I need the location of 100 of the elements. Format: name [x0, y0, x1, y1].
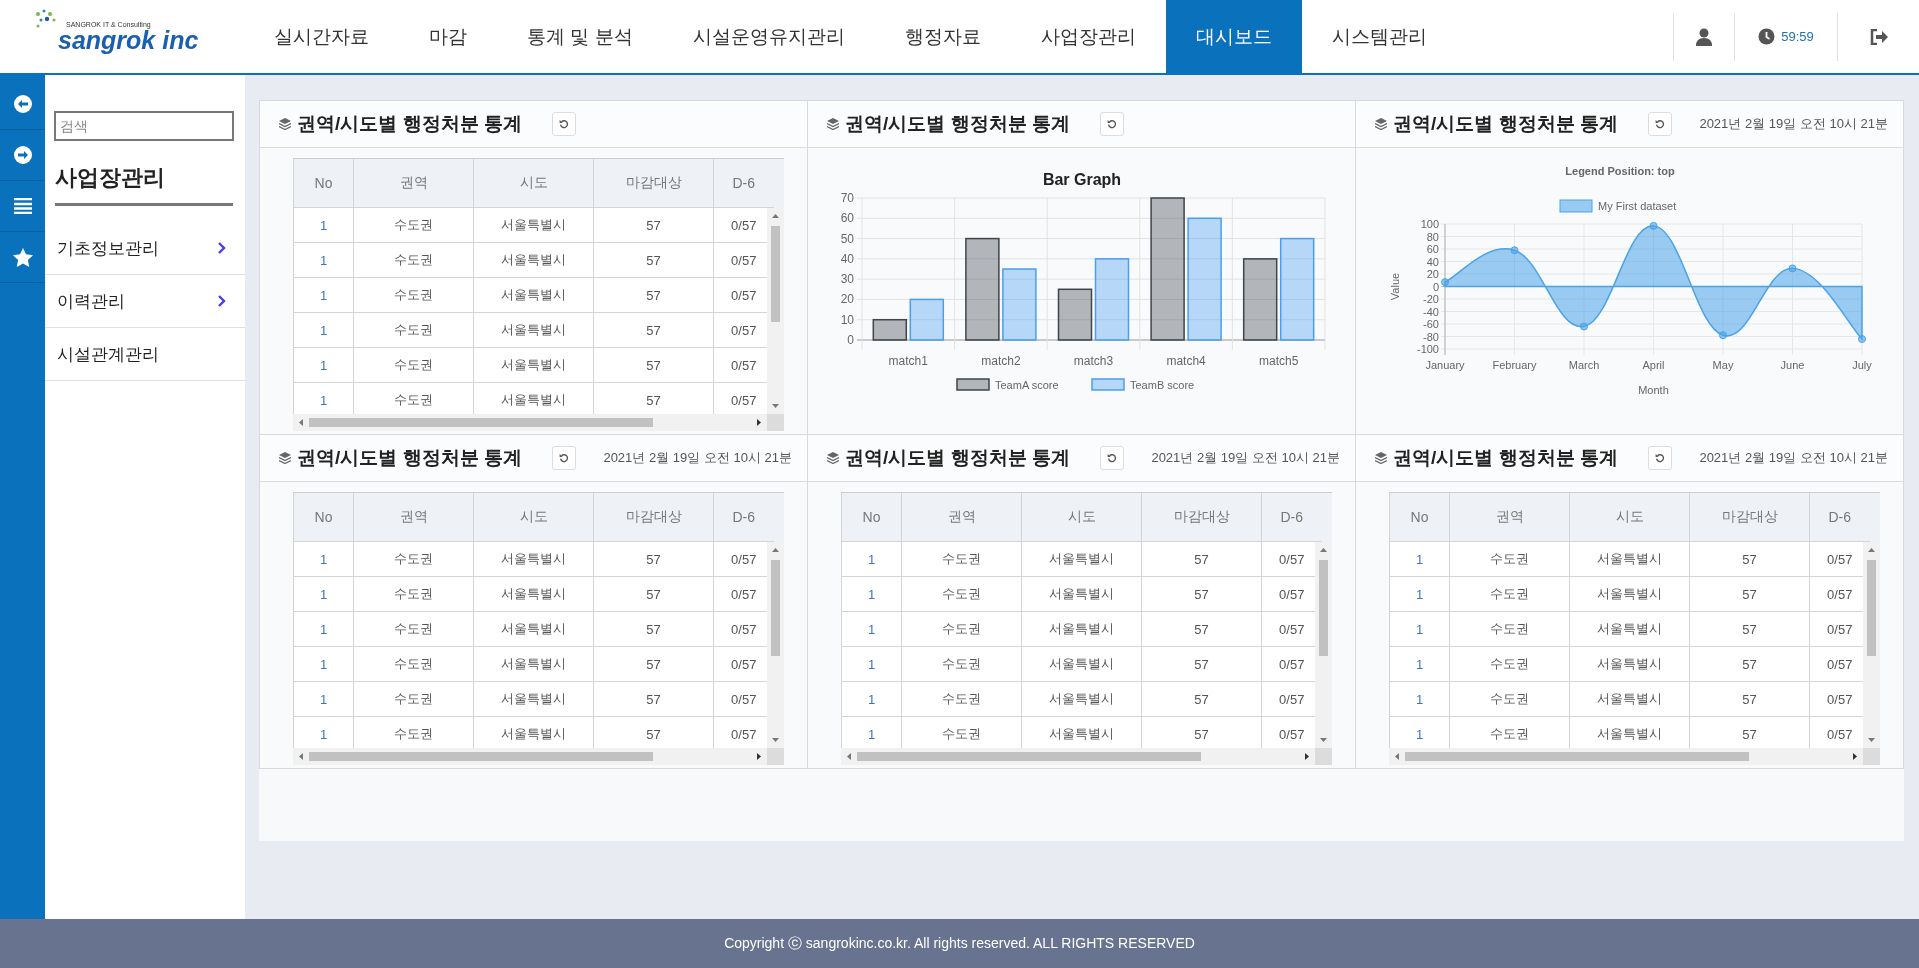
nav-tab[interactable]: 마감 — [399, 0, 497, 73]
table-cell: 0/57 — [731, 287, 757, 303]
table-cell: 1 — [319, 357, 328, 373]
nav-tab[interactable]: 행정자료 — [874, 0, 1011, 73]
panel-title: 권역/시도별 행정처분 통계 — [297, 446, 522, 470]
column-header: 시도 — [1021, 493, 1142, 542]
column-header: 권역 — [353, 493, 474, 542]
refresh-button[interactable] — [1099, 112, 1124, 136]
table-cell: 수도권 — [1490, 656, 1529, 671]
menu-icon[interactable] — [13, 198, 32, 214]
vertical-scrollbar[interactable] — [1315, 542, 1332, 748]
layers-icon — [279, 118, 291, 130]
timestamp: 2021년 2월 19일 오전 10시 21분 — [1699, 115, 1888, 133]
column-header: 마감대상 — [593, 159, 714, 208]
tick-label: -80 — [1423, 330, 1439, 343]
table-cell: 1 — [1415, 551, 1424, 567]
tick-label: 20 — [840, 292, 854, 307]
axis-label: match2 — [981, 354, 1021, 368]
panel-title: 권역/시도별 행정처분 통계 — [845, 112, 1070, 136]
tick-label: -20 — [1423, 293, 1439, 305]
table-cell: 서울특별시 — [501, 287, 566, 302]
panel-title: 권역/시도별 행정처분 통계 — [845, 446, 1070, 470]
axis-label: match4 — [1166, 354, 1206, 368]
tick-label: 30 — [840, 272, 854, 287]
scrollbar-corner — [767, 748, 784, 765]
nav-tab[interactable]: 시스템관리 — [1301, 0, 1457, 73]
layers-icon — [1375, 452, 1387, 464]
table-cell: 서울특별시 — [1597, 656, 1662, 671]
table-cell: 0/57 — [1827, 726, 1853, 742]
legend-label: My First dataset — [1598, 200, 1677, 212]
table-cell: 수도권 — [1490, 586, 1529, 601]
table-cell: 57 — [646, 656, 661, 672]
table-cell: 0/57 — [1827, 656, 1853, 672]
table-cell: 57 — [646, 252, 661, 268]
table-cell: 수도권 — [942, 726, 981, 741]
table-cell: 57 — [646, 287, 661, 303]
table-cell: 57 — [1742, 551, 1757, 567]
layers-icon — [827, 118, 839, 130]
column-header: D-6 — [1261, 493, 1322, 542]
table-cell: 1 — [319, 392, 328, 408]
table-cell: 0/57 — [731, 217, 757, 233]
user-icon[interactable] — [1696, 27, 1712, 46]
table-cell: 수도권 — [394, 621, 433, 636]
table-cell: 57 — [646, 357, 661, 373]
table-cell: 57 — [1194, 726, 1209, 742]
horizontal-scrollbar[interactable] — [293, 414, 767, 431]
refresh-button[interactable] — [551, 112, 576, 136]
logout-icon[interactable] — [1869, 28, 1888, 45]
tick-label: 40 — [840, 251, 854, 266]
table-cell: 57 — [1742, 726, 1757, 742]
panel-title: 권역/시도별 행정처분 통계 — [1393, 112, 1618, 136]
vertical-scrollbar[interactable] — [767, 542, 784, 748]
table-cell: 수도권 — [1490, 726, 1529, 741]
vertical-scrollbar[interactable] — [767, 208, 784, 414]
horizontal-scrollbar[interactable] — [841, 748, 1315, 765]
refresh-button[interactable] — [1647, 112, 1672, 136]
table-cell: 57 — [646, 217, 661, 233]
nav-tab[interactable]: 통계 및 분석 — [497, 0, 663, 73]
nav-tab[interactable]: 실시간자료 — [244, 0, 399, 73]
axis-label: January — [1425, 359, 1465, 371]
table-cell: 0/57 — [731, 357, 757, 373]
star-icon[interactable] — [12, 247, 33, 267]
table-cell: 0/57 — [731, 691, 757, 707]
nav-tab[interactable]: 사업장관리 — [1010, 0, 1166, 73]
legend-label: TeamA score — [995, 379, 1059, 391]
table-cell: 1 — [867, 551, 876, 567]
column-header: No — [1389, 493, 1450, 542]
table-cell: 수도권 — [942, 691, 981, 706]
table-cell: 1 — [867, 691, 876, 707]
axis-title: Value — [1389, 272, 1401, 301]
data-point — [1719, 331, 1727, 340]
nav-tab[interactable]: 시설운영유지관리 — [662, 0, 875, 73]
vertical-scrollbar[interactable] — [1863, 542, 1880, 748]
tick-label: 80 — [1426, 230, 1439, 243]
horizontal-scrollbar[interactable] — [1389, 748, 1863, 765]
table-cell: 서울특별시 — [501, 586, 566, 601]
column-header: 마감대상 — [1141, 493, 1262, 542]
table-cell: 서울특별시 — [501, 621, 566, 636]
table-cell: 서울특별시 — [501, 252, 566, 267]
tick-label: -100 — [1416, 343, 1439, 355]
table-cell: 서울특별시 — [501, 357, 566, 372]
table-cell: 57 — [646, 691, 661, 707]
refresh-button[interactable] — [1099, 446, 1124, 470]
nav-tab[interactable]: 대시보드 — [1165, 0, 1302, 73]
data-point — [1858, 335, 1866, 343]
table-cell: 57 — [1194, 586, 1209, 602]
tick-label: -40 — [1423, 305, 1439, 318]
table-cell: 서울특별시 — [1597, 691, 1662, 706]
table-cell: 수도권 — [1490, 621, 1529, 636]
table-cell: 1 — [1415, 656, 1424, 672]
search-field[interactable]: 검색 — [54, 111, 234, 141]
table-cell: 1 — [867, 586, 876, 602]
table-cell: 수도권 — [394, 322, 433, 337]
table-cell: 0/57 — [1827, 586, 1853, 602]
table-cell: 57 — [1742, 691, 1757, 707]
refresh-button[interactable] — [551, 446, 576, 470]
horizontal-scrollbar[interactable] — [293, 748, 767, 765]
table-cell: 수도권 — [394, 691, 433, 706]
table-cell: 1 — [319, 322, 328, 338]
refresh-button[interactable] — [1647, 446, 1672, 470]
